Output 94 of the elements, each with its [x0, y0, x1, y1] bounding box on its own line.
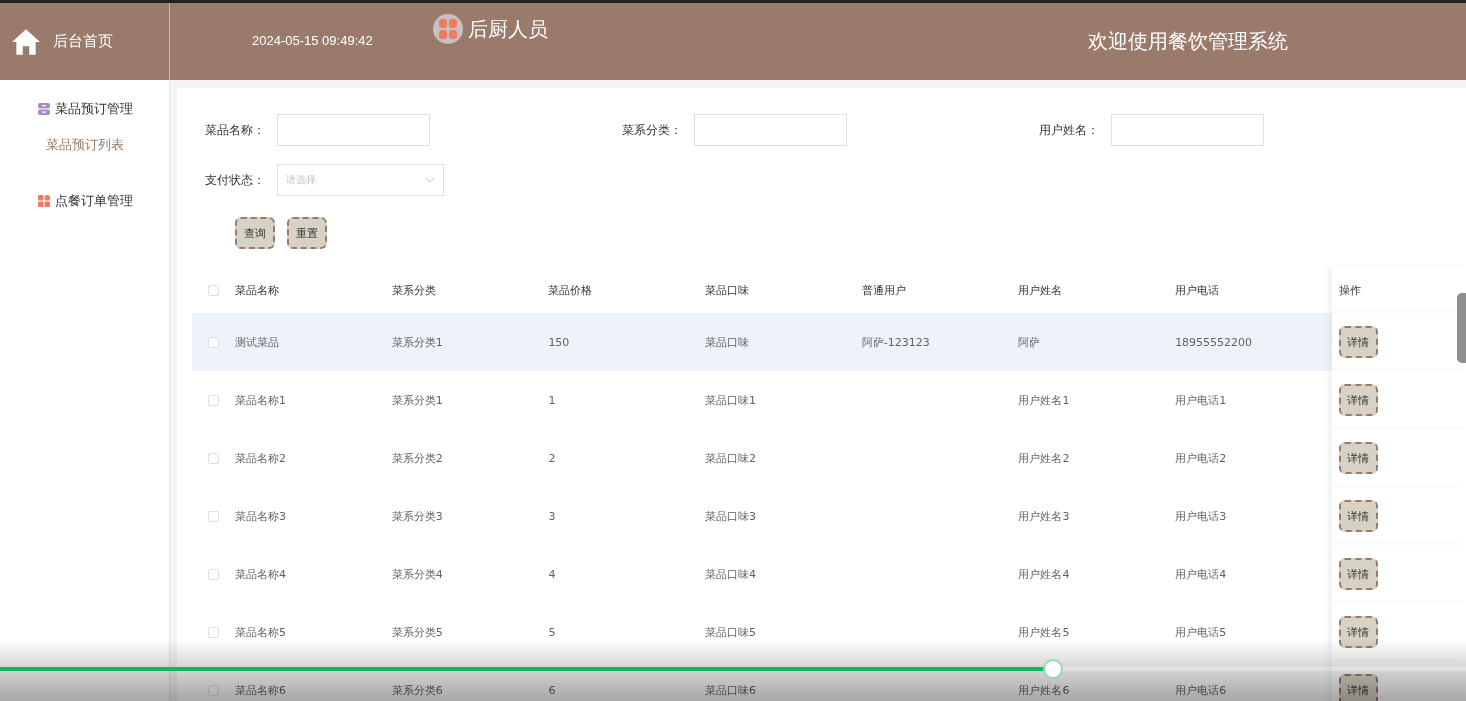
avatar-icon	[432, 14, 463, 44]
row-checkbox[interactable]	[208, 394, 219, 406]
table-cell: 用户姓名1	[1018, 393, 1070, 407]
table-cell: 1	[548, 393, 556, 407]
menu-item[interactable]: 菜品预订管理	[32, 98, 137, 120]
table-cell: 用户姓名3	[1018, 509, 1070, 523]
column-header: 操作	[1331, 267, 1466, 313]
system-title: 欢迎使用餐饮管理系统	[1088, 28, 1288, 55]
role-label: 后厨人员	[467, 15, 548, 43]
table-cell: 菜品名称5	[235, 625, 286, 639]
table-cell: 菜品口味6	[705, 683, 757, 697]
details-button[interactable]: 详情	[1338, 500, 1378, 532]
table-cell: 菜系分类1	[391, 335, 443, 349]
table-cell: 测试菜品	[235, 335, 279, 349]
row-checkbox[interactable]	[208, 336, 219, 348]
search-button[interactable]: 查询	[235, 217, 275, 249]
details-button[interactable]: 详情	[1338, 558, 1378, 590]
table-cell: 用户姓名6	[1018, 683, 1070, 697]
table-cell: 3	[548, 509, 556, 523]
table-cell: 用户电话3	[1175, 509, 1227, 523]
field-label: 菜系分类：	[622, 121, 683, 139]
table-cell: 用户姓名4	[1018, 567, 1070, 581]
table-cell: 6	[548, 683, 556, 697]
search-button[interactable]: 重置	[287, 217, 327, 249]
column-header: 普通用户	[861, 282, 907, 298]
table-cell: 菜品名称1	[235, 393, 286, 407]
table-cell: 阿萨	[1018, 335, 1041, 349]
table-cell: 菜系分类6	[391, 683, 443, 697]
submenu-item[interactable]: 菜品预订列表	[41, 136, 128, 158]
table-cell: 菜系分类1	[391, 393, 443, 407]
table-cell: 2	[548, 451, 556, 465]
details-button[interactable]: 详情	[1338, 442, 1378, 474]
column-header: 用户姓名	[1018, 282, 1064, 298]
table-cell: 菜系分类2	[391, 451, 443, 465]
column-header: 菜系分类	[391, 282, 437, 298]
field-label: 用户姓名：	[1039, 121, 1100, 139]
datetime: 2024-05-15 09:49:42	[252, 33, 373, 48]
details-button[interactable]: 详情	[1338, 384, 1378, 416]
table-cell: 菜品口味3	[705, 509, 757, 523]
table-cell: 菜品名称2	[235, 451, 286, 465]
grid-icon	[36, 194, 51, 208]
table-cell: 阿萨-123123	[861, 335, 930, 349]
row-checkbox[interactable]	[208, 626, 219, 638]
table-cell: 18955552200	[1175, 335, 1253, 349]
home-link[interactable]: 后台首页	[53, 32, 113, 51]
table-cell: 菜品口味1	[705, 393, 757, 407]
table-cell: 菜系分类4	[391, 567, 443, 581]
table-cell: 菜系分类5	[391, 625, 443, 639]
table-row[interactable]: 菜品名称5 菜系分类5 5 菜品口味5 用户姓名5 用户电话5 详情	[192, 603, 1466, 661]
scrollbar-thumb[interactable]	[1457, 293, 1466, 363]
table-cell: 4	[548, 567, 556, 581]
column-header: 菜品价格	[548, 282, 594, 298]
input-field[interactable]	[277, 114, 430, 146]
details-button[interactable]: 详情	[1338, 616, 1378, 648]
table-cell: 菜品名称3	[235, 509, 286, 523]
table-row[interactable]: 菜品名称3 菜系分类3 3 菜品口味3 用户姓名3 用户电话3 详情	[192, 487, 1466, 545]
table-cell: 用户电话1	[1175, 393, 1227, 407]
table-cell: 菜品口味	[705, 335, 750, 349]
column-header: 菜品口味	[705, 282, 751, 298]
row-checkbox[interactable]	[208, 684, 219, 696]
table-cell: 150	[548, 335, 570, 349]
table-cell: 用户姓名5	[1018, 625, 1070, 639]
row-checkbox[interactable]	[208, 510, 219, 522]
table-cell: 菜品名称4	[235, 567, 286, 581]
cabinet-icon	[36, 102, 51, 116]
field-label: 支付状态：	[205, 171, 266, 189]
table-row[interactable]: 菜品名称2 菜系分类2 2 菜品口味2 用户姓名2 用户电话2 详情	[192, 429, 1466, 487]
field-label: 菜品名称：	[205, 121, 266, 139]
menu-item[interactable]: 点餐订单管理	[32, 190, 137, 212]
table-row[interactable]: 菜品名称4 菜系分类4 4 菜品口味4 用户姓名4 用户电话4 详情	[192, 545, 1466, 603]
table-cell: 用户电话2	[1175, 451, 1227, 465]
table-cell: 用户电话5	[1175, 625, 1227, 639]
row-checkbox[interactable]	[208, 452, 219, 464]
column-header: 菜品名称	[235, 282, 280, 298]
details-button[interactable]: 详情	[1338, 326, 1378, 358]
row-checkbox[interactable]	[208, 568, 219, 580]
table-cell: 用户电话4	[1175, 567, 1227, 581]
input-field[interactable]	[694, 114, 847, 146]
column-header: 用户电话	[1175, 282, 1221, 298]
table-cell: 5	[548, 625, 556, 639]
table-cell: 菜品口味5	[705, 625, 757, 639]
input-field[interactable]	[1111, 114, 1264, 146]
table-cell: 菜品名称6	[235, 683, 286, 697]
table-cell: 用户电话6	[1175, 683, 1227, 697]
table-cell: 用户姓名2	[1018, 451, 1070, 465]
seek-bar[interactable]	[0, 659, 1466, 679]
table-row[interactable]: 菜品名称1 菜系分类1 1 菜品口味1 用户姓名1 用户电话1 详情	[192, 371, 1466, 429]
table-cell: 菜品口味2	[705, 451, 757, 465]
details-button[interactable]: 详情	[1338, 674, 1378, 701]
table-row[interactable]: 测试菜品 菜系分类1 150 菜品口味 阿萨-123123 阿萨 18955552200 详情	[192, 313, 1466, 371]
table-cell: 菜品口味4	[705, 567, 757, 581]
chevron-down-icon	[425, 177, 435, 183]
select-all-checkbox[interactable]	[208, 284, 219, 296]
table-cell: 菜系分类3	[391, 509, 443, 523]
